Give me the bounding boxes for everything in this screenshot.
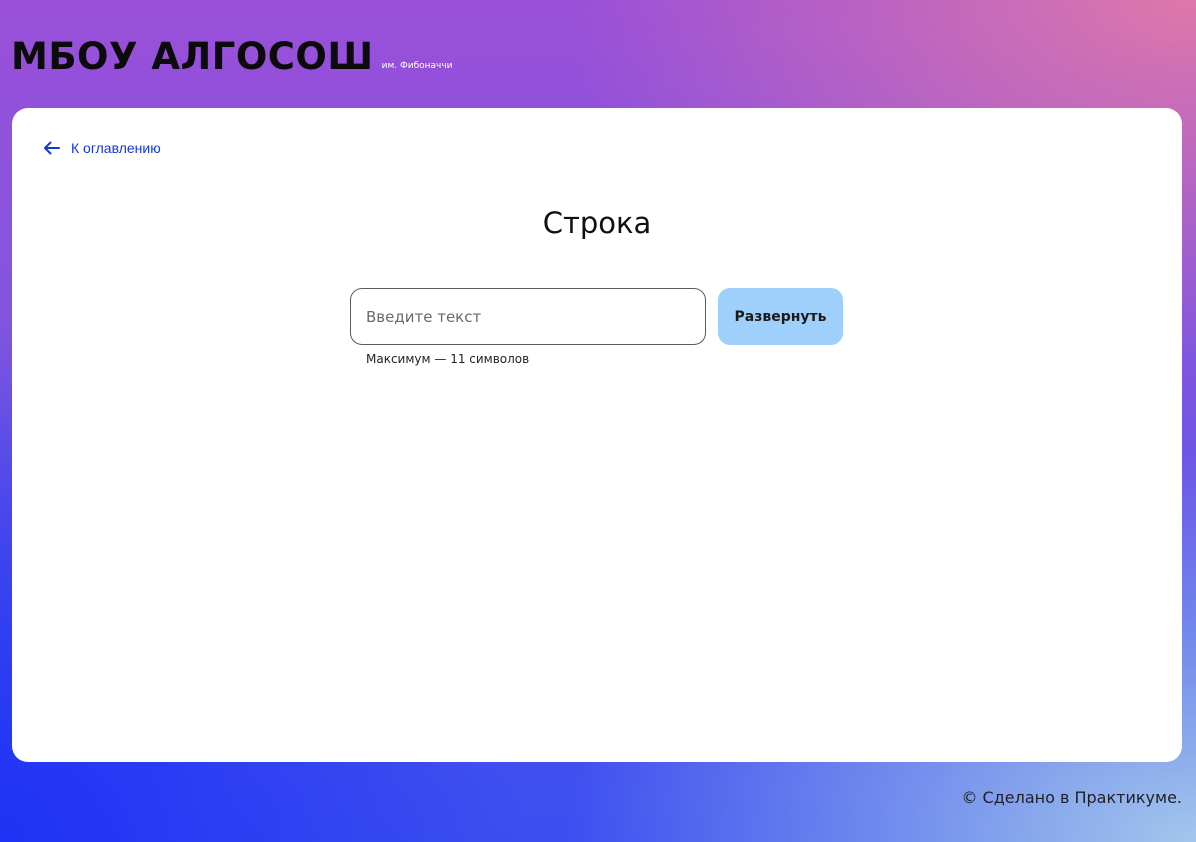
arrow-left-icon [43,141,60,155]
reverse-button[interactable]: Развернуть [718,288,843,345]
content-card: К оглавлению Строка Максимум — 11 символ… [12,108,1182,762]
input-hint: Максимум — 11 символов [366,352,530,366]
text-input[interactable] [350,288,706,345]
back-to-contents-link[interactable]: К оглавлению [43,140,161,156]
footer-credit: © Сделано в Практикуме. [961,788,1182,807]
logo-subtitle: им. Фибоначчи [381,61,453,71]
logo-title: МБОУ АЛГОСОШ [11,35,374,78]
page-title: Строка [542,206,652,240]
site-header: МБОУ АЛГОСОШ им. Фибоначчи [11,36,453,76]
back-link-label: К оглавлению [71,140,161,156]
